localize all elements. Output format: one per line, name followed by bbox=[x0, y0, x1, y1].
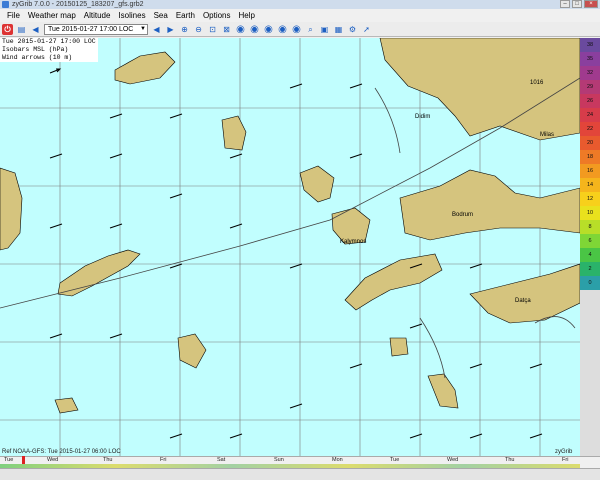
scale-cell: 14 bbox=[580, 178, 600, 192]
reference-text: Ref NOAA-GFS: Tue 2015-01-27 06:00 LOC bbox=[2, 449, 121, 455]
scale-cell: 32 bbox=[580, 66, 600, 80]
zoom-out-icon[interactable]: ⊖ bbox=[193, 24, 204, 35]
timeline-day: Fri bbox=[562, 457, 569, 463]
legend-isobars: Isobars MSL (hPa) bbox=[2, 46, 69, 53]
timeline-day: Sat bbox=[217, 457, 226, 463]
menu-isolines[interactable]: Isolines bbox=[114, 9, 149, 22]
menu-altitude[interactable]: Altitude bbox=[80, 9, 115, 22]
scale-cell: 35 bbox=[580, 52, 600, 66]
status-bar bbox=[0, 468, 600, 480]
timeline-day: Tue bbox=[4, 457, 14, 463]
toolbar: ⏻ ▤ ◀ Tue 2015-01-27 17:00 LOC ▼ ◀ ▶ ⊕ ⊖… bbox=[0, 22, 600, 37]
scale-cell: 0 bbox=[580, 276, 600, 290]
timeline-day: Tue bbox=[390, 457, 400, 463]
window-title: zyGrib 7.0.0 - 20150125_183207_gfs.grb2 bbox=[12, 1, 144, 8]
zoom-all-icon[interactable]: ⊠ bbox=[221, 24, 232, 35]
center-icon[interactable]: ◉ bbox=[291, 24, 302, 35]
chevron-down-icon: ▼ bbox=[140, 25, 146, 32]
place-milas: Milas bbox=[540, 132, 554, 138]
timeline[interactable]: Tue Wed Thu Fri Sat Sun Mon Tue Wed Thu … bbox=[0, 456, 600, 465]
place-bodrum: Bodrum bbox=[452, 212, 473, 218]
timeline-day: Thu bbox=[103, 457, 113, 463]
brand-label: zyGrib bbox=[555, 449, 573, 455]
menu-help[interactable]: Help bbox=[235, 9, 259, 22]
timeline-day: Wed bbox=[47, 457, 59, 463]
map-legend-box: Tue 2015-01-27 17:00 LOC Isobars MSL (hP… bbox=[0, 38, 98, 62]
next-icon[interactable]: ▶ bbox=[165, 24, 176, 35]
color-scale: 38 35 32 29 26 24 22 20 18 16 14 12 10 8… bbox=[580, 38, 600, 456]
menu-bar: File Weather map Altitude Isolines Sea E… bbox=[0, 9, 600, 22]
quit-icon[interactable]: ⏻ bbox=[2, 23, 13, 35]
scale-cell: 2 bbox=[580, 262, 600, 276]
menu-file[interactable]: File bbox=[3, 9, 24, 22]
meteotable-icon[interactable]: ▣ bbox=[319, 24, 330, 35]
app-icon bbox=[2, 1, 9, 8]
isobar-label: 1016 bbox=[530, 80, 544, 86]
previous-date-icon[interactable]: ◀ bbox=[30, 24, 41, 35]
scale-cell: 26 bbox=[580, 94, 600, 108]
zoom-area-icon[interactable]: ⊡ bbox=[207, 24, 218, 35]
close-button[interactable]: × bbox=[584, 0, 598, 8]
timeline-day: Wed bbox=[447, 457, 459, 463]
weather-map[interactable]: Didim Milas Bodrum Kalymnos Datça 1016 bbox=[0, 38, 580, 456]
date-select[interactable]: Tue 2015-01-27 17:00 LOC ▼ bbox=[44, 23, 148, 35]
scale-cell: 8 bbox=[580, 220, 600, 234]
search-icon[interactable]: ⌕ bbox=[305, 24, 316, 35]
place-didim: Didim bbox=[415, 114, 430, 120]
scale-cell: 4 bbox=[580, 248, 600, 262]
window-controls: – □ × bbox=[560, 0, 598, 9]
legend-date: Tue 2015-01-27 17:00 LOC bbox=[2, 38, 96, 45]
timeline-day: Mon bbox=[332, 457, 343, 463]
scale-cell: 18 bbox=[580, 150, 600, 164]
scale-cell: 20 bbox=[580, 136, 600, 150]
prev-icon[interactable]: ◀ bbox=[151, 24, 162, 35]
scale-cell: 38 bbox=[580, 38, 600, 52]
menu-weather-map[interactable]: Weather map bbox=[24, 9, 80, 22]
rocket-icon[interactable]: ➚ bbox=[361, 24, 372, 35]
window-title-bar: zyGrib 7.0.0 - 20150125_183207_gfs.grb2 … bbox=[0, 0, 600, 9]
legend-wind: Wind arrows (10 m) bbox=[2, 54, 73, 61]
open-file-icon[interactable]: ▤ bbox=[16, 24, 27, 35]
pan-right-icon[interactable]: ◉ bbox=[249, 24, 260, 35]
scale-cell: 24 bbox=[580, 108, 600, 122]
camera-icon[interactable]: ▦ bbox=[333, 24, 344, 35]
menu-options[interactable]: Options bbox=[199, 9, 235, 22]
scale-cell: 10 bbox=[580, 206, 600, 220]
scale-cell: 12 bbox=[580, 192, 600, 206]
maximize-button[interactable]: □ bbox=[572, 0, 582, 8]
minimize-button[interactable]: – bbox=[560, 0, 570, 8]
timeline-day: Thu bbox=[505, 457, 515, 463]
place-datca: Datça bbox=[515, 298, 531, 304]
pan-up-icon[interactable]: ◉ bbox=[263, 24, 274, 35]
timeline-day: Fri bbox=[160, 457, 167, 463]
map-canvas: Didim Milas Bodrum Kalymnos Datça 1016 bbox=[0, 38, 580, 456]
scale-cell: 6 bbox=[580, 234, 600, 248]
scale-cell: 22 bbox=[580, 122, 600, 136]
land-areas bbox=[0, 38, 580, 414]
scale-cell: 16 bbox=[580, 164, 600, 178]
timeline-day: Sun bbox=[274, 457, 284, 463]
pan-left-icon[interactable]: ◉ bbox=[235, 24, 246, 35]
zoom-in-icon[interactable]: ⊕ bbox=[179, 24, 190, 35]
menu-earth[interactable]: Earth bbox=[172, 9, 199, 22]
settings-icon[interactable]: ⚙ bbox=[347, 24, 358, 35]
menu-sea[interactable]: Sea bbox=[150, 9, 172, 22]
scale-cell: 29 bbox=[580, 80, 600, 94]
pan-down-icon[interactable]: ◉ bbox=[277, 24, 288, 35]
place-kalymnos: Kalymnos bbox=[340, 239, 366, 245]
